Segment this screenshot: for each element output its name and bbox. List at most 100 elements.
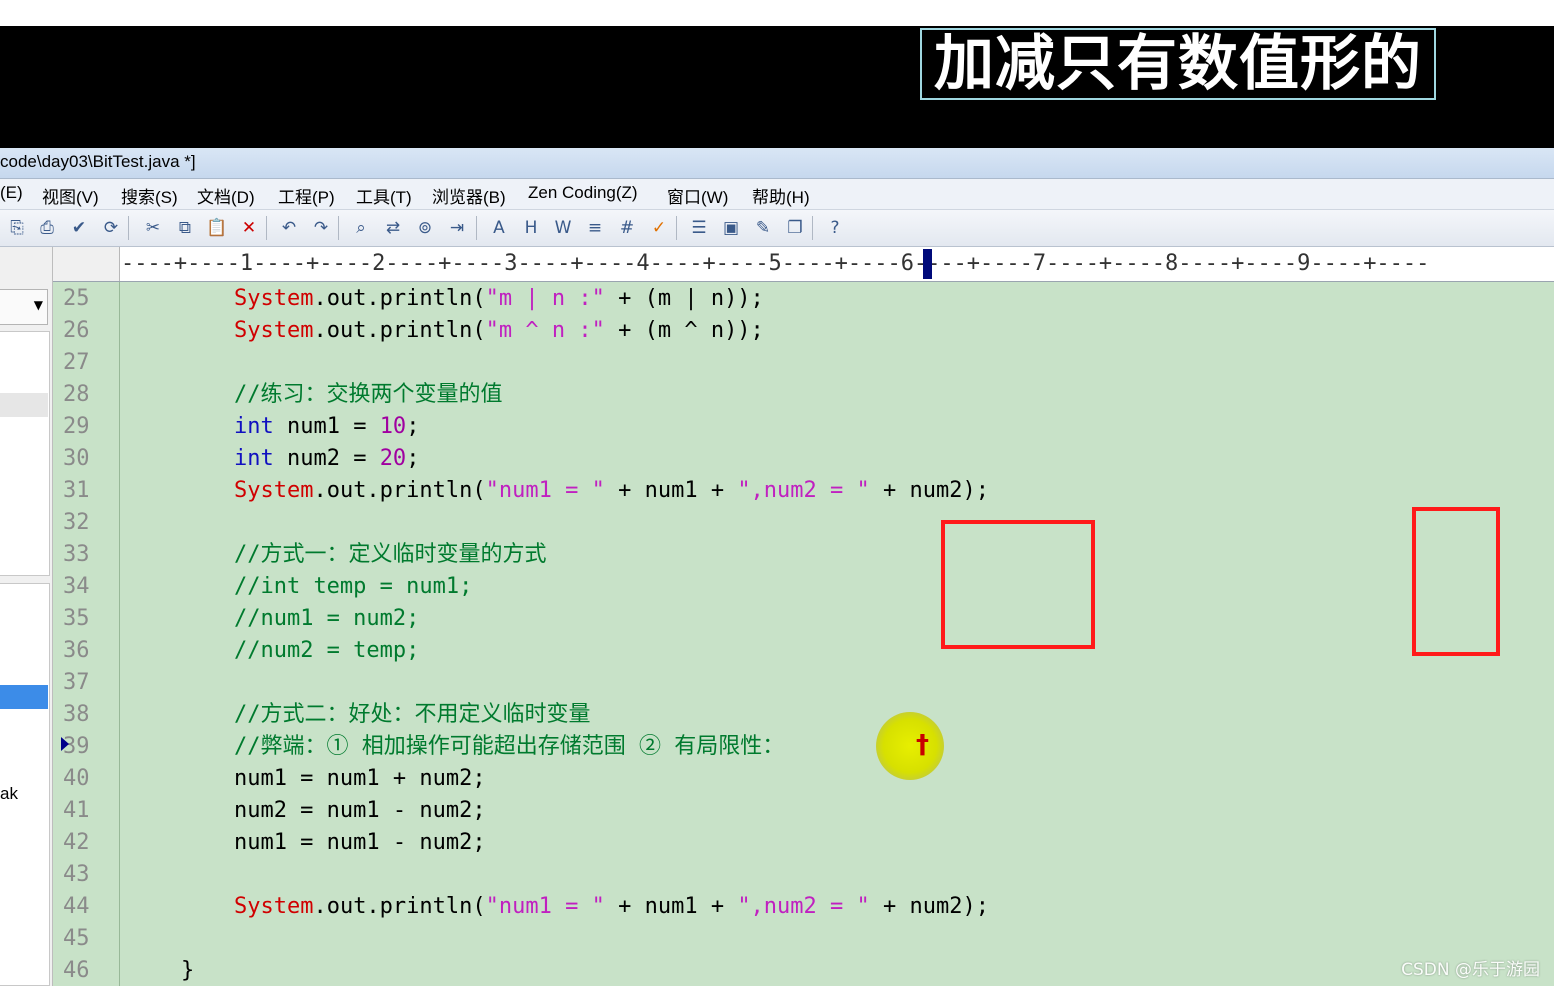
menu-item[interactable]: 视图(V) [42, 183, 99, 208]
line-number: 29 [63, 414, 90, 439]
code-token-cm: //弊端：① 相加操作可能超出存储范围 ② 有局限性： [233, 734, 785, 759]
line-numbers-icon[interactable]: # [614, 216, 640, 240]
watermark: CSDN @乐于游园 [1401, 960, 1540, 980]
code-token: ; [406, 414, 420, 439]
chevron-down-icon: ▼ [33, 298, 43, 312]
code-token-cm: //num1 = num2; [233, 606, 420, 631]
find-icon[interactable]: ⌕ [348, 216, 374, 240]
code-line[interactable]: int num2 = 20; [128, 443, 419, 475]
menu-item[interactable]: 文档(D) [197, 183, 255, 208]
list-icon[interactable]: ☰ [686, 216, 712, 240]
side-panel: ▼ ak [0, 247, 53, 986]
mouse-highlight [876, 712, 944, 780]
line-number: 33 [63, 542, 90, 567]
code-line[interactable]: //方式一：定义临时变量的方式 [128, 539, 547, 571]
spellcheck-icon[interactable]: ✔ [66, 216, 92, 240]
code-line[interactable]: num1 = num1 + num2; [128, 763, 486, 795]
toolbar-separator [338, 216, 339, 240]
help-icon[interactable]: ? [822, 216, 848, 240]
code-line[interactable]: //弊端：① 相加操作可能超出存储范围 ② 有局限性： [128, 731, 784, 763]
panel-item-label[interactable]: ak [0, 784, 18, 804]
code-line[interactable]: System.out.println("m | n :" + (m | n)); [128, 283, 764, 315]
code-token-cm: //num2 = temp; [233, 638, 420, 663]
new-icon[interactable]: ⎘ [4, 216, 30, 240]
toolbar-separator [128, 216, 129, 240]
menu-bar: (E) 视图(V) 搜索(S) 文档(D) 工程(P) 工具(T) 浏览器(B) Zen Co… [0, 179, 1554, 210]
panel-dropdown[interactable]: ▼ [0, 289, 48, 325]
code-token-cm: //练习：交换两个变量的值 [233, 382, 503, 407]
toolbar-separator [812, 216, 813, 240]
line-number: 28 [63, 382, 90, 407]
redo-icon[interactable]: ↷ [308, 216, 334, 240]
text-cursor: † [916, 730, 929, 760]
menu-item[interactable]: 浏览器(B) [432, 183, 506, 208]
code-token-str: "num1 = " [485, 478, 605, 503]
code-token-kw-red: System [233, 478, 314, 503]
code-line[interactable]: } [128, 955, 194, 987]
find-in-files-icon[interactable]: ⊚ [412, 216, 438, 240]
menu-item[interactable]: (E) [0, 183, 23, 203]
code-line[interactable]: //num2 = temp; [128, 635, 419, 667]
code-line[interactable]: System.out.println("num1 = " + num1 + ",… [128, 475, 989, 507]
toggle-view-icon[interactable]: ▣ [718, 216, 744, 240]
cut-icon[interactable]: ✂ [140, 216, 166, 240]
column-mode-icon[interactable]: ≡ [582, 216, 608, 240]
code-token: .out.println( [313, 286, 486, 311]
panel-highlighted-item[interactable] [0, 685, 48, 709]
code-line[interactable]: //练习：交换两个变量的值 [128, 379, 503, 411]
current-line-marker [61, 737, 69, 751]
code-line[interactable]: //num1 = num2; [128, 603, 419, 635]
line-number: 26 [63, 318, 90, 343]
check-icon[interactable]: ✓ [646, 216, 672, 240]
undo-icon[interactable]: ↶ [276, 216, 302, 240]
refresh-icon[interactable]: ⟳ [98, 216, 124, 240]
code-line[interactable]: System.out.println("m ^ n :" + (m ^ n)); [128, 315, 764, 347]
hex-icon[interactable]: H [518, 216, 544, 240]
print-icon[interactable]: ⎙ [34, 216, 60, 240]
menu-item[interactable]: 工具(T) [356, 183, 412, 208]
indent-icon[interactable]: ⇥ [444, 216, 470, 240]
code-line[interactable]: //方式二：好处：不用定义临时变量 [128, 699, 591, 731]
code-line[interactable]: //int temp = num1; [128, 571, 472, 603]
replace-icon[interactable]: ⇄ [380, 216, 406, 240]
code-token-kw-blue: int [233, 446, 274, 471]
panel-selected-row[interactable] [0, 393, 48, 417]
line-number: 43 [63, 862, 90, 887]
code-token: + num1 + [604, 894, 738, 919]
code-editor[interactable]: 25 26 27 28 29 30 31 32 33 34 35 36 37 38 39 40 41 42 43 44… [53, 282, 1554, 986]
line-number: 36 [63, 638, 90, 663]
toolbar: ⎘ ⎙ ✔ ⟳ ✂ ⧉ 📋 ✕ ↶ ↷ ⌕ ⇄ ⊚ ⇥ A H W ≡ # ✓ ☰ ▣ ✎ ❐? [0, 210, 1554, 247]
delete-icon[interactable]: ✕ [236, 216, 262, 240]
code-line[interactable]: System.out.println("num1 = " + num1 + ",… [128, 891, 989, 923]
copy-icon[interactable]: ⧉ [172, 216, 198, 240]
code-token-cm: //方式一：定义临时变量的方式 [233, 542, 547, 567]
editor-icon[interactable]: ✎ [750, 216, 776, 240]
line-number: 31 [63, 478, 90, 503]
font-icon[interactable]: A [486, 216, 512, 240]
code-token: num1 = num1 - num2; [128, 830, 486, 855]
line-number: 41 [63, 798, 90, 823]
code-line[interactable]: num2 = num1 - num2; [128, 795, 486, 827]
wordwrap-icon[interactable]: W [550, 216, 576, 240]
line-number: 38 [63, 702, 90, 727]
menu-item[interactable]: Zen Coding(Z) [528, 183, 638, 203]
menu-item[interactable]: 窗口(W) [667, 183, 728, 208]
menu-item[interactable]: 帮助(H) [752, 183, 810, 208]
code-line[interactable]: int num1 = 10; [128, 411, 419, 443]
menu-item[interactable]: 搜索(S) [121, 183, 178, 208]
window-icon[interactable]: ❐ [782, 216, 808, 240]
panel-tree[interactable] [0, 331, 50, 576]
code-token-str: ",num2 = " [737, 894, 870, 919]
code-token: + (m | n)); [604, 286, 764, 311]
line-number: 35 [63, 606, 90, 631]
top-margin [0, 0, 1554, 26]
menu-item[interactable]: 工程(P) [278, 183, 335, 208]
code-line[interactable]: num1 = num1 - num2; [128, 827, 486, 859]
paste-icon[interactable]: 📋 [204, 216, 230, 240]
code-token: .out.println( [313, 894, 486, 919]
